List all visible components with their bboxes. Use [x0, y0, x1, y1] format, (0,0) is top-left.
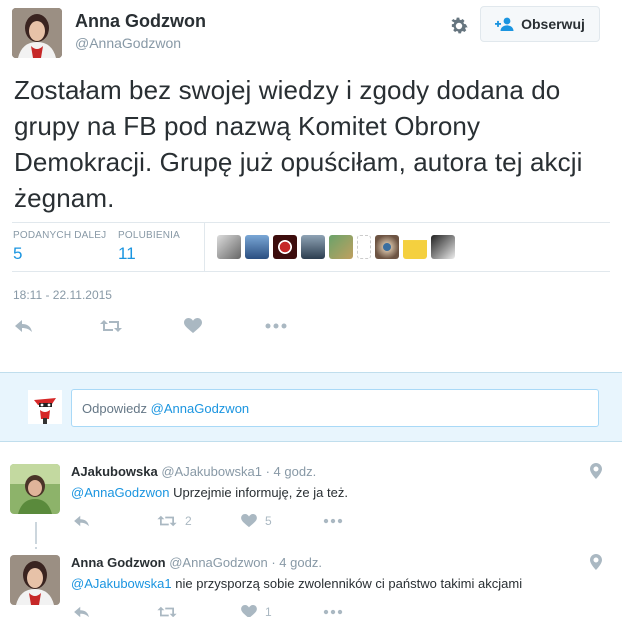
- tweet-header: Anna Godzwon @AnnaGodzwon Obserwuj: [12, 6, 610, 60]
- retweets-label: PODANYCH DALEJ: [13, 230, 107, 241]
- like-count: 5: [265, 514, 272, 528]
- more-icon[interactable]: [265, 318, 287, 334]
- more-icon[interactable]: [323, 605, 343, 617]
- thread-dot: [35, 547, 37, 549]
- reply-icon[interactable]: [73, 605, 91, 617]
- reply-time[interactable]: · 4 godz.: [266, 464, 317, 479]
- heart-icon: [241, 605, 257, 617]
- liker-avatar[interactable]: [431, 235, 455, 259]
- liker-avatar[interactable]: [403, 235, 427, 259]
- retweets-stat[interactable]: PODANYCH DALEJ 5: [13, 230, 106, 264]
- reply-mention[interactable]: @AnnaGodzwon: [71, 485, 169, 500]
- retweet-icon: [157, 515, 177, 527]
- reply-text: @AJakubowska1 nie przysporzą sobie zwole…: [71, 576, 522, 591]
- liker-avatar[interactable]: [217, 235, 241, 259]
- follow-button[interactable]: Obserwuj: [480, 6, 600, 42]
- stats-divider: [204, 223, 205, 271]
- like-action[interactable]: 1: [241, 605, 272, 617]
- reply-mention: @AnnaGodzwon: [150, 401, 250, 416]
- reply-icon[interactable]: [73, 514, 91, 528]
- thread-line: [35, 522, 37, 544]
- reply-author-handle: @AJakubowska1: [161, 464, 262, 479]
- user-avatar: [28, 390, 62, 424]
- tweet-timestamp[interactable]: 18:11 - 22.11.2015: [13, 288, 112, 302]
- author-avatar[interactable]: [12, 8, 62, 58]
- reply-avatar[interactable]: [10, 464, 60, 514]
- reply-time[interactable]: · 4 godz.: [271, 555, 322, 570]
- tweet-text: Zostałam bez swojej wiedzy i zgody dodan…: [14, 75, 583, 213]
- like-action[interactable]: 5: [241, 514, 272, 528]
- liker-avatar[interactable]: [301, 235, 325, 259]
- follow-label: Obserwuj: [521, 16, 585, 32]
- retweet-icon: [157, 606, 177, 617]
- location-pin-icon[interactable]: [590, 463, 602, 479]
- liker-avatar[interactable]: [329, 235, 353, 259]
- likes-stat[interactable]: POLUBIENIA 11: [118, 230, 180, 264]
- retweet-action[interactable]: [157, 605, 185, 617]
- liker-avatar[interactable]: [357, 235, 371, 259]
- like-count: 1: [265, 605, 272, 617]
- reply-compose-area: Odpowiedz @AnnaGodzwon: [0, 372, 622, 442]
- location-pin-icon[interactable]: [590, 554, 602, 570]
- retweet-action[interactable]: 2: [157, 514, 192, 528]
- heart-icon: [241, 514, 257, 528]
- gear-icon[interactable]: [448, 15, 470, 37]
- reply-icon[interactable]: [14, 318, 34, 334]
- likes-label: POLUBIENIA: [118, 230, 181, 241]
- author-handle[interactable]: @AnnaGodzwon: [75, 35, 181, 51]
- reply-author[interactable]: AJakubowska @AJakubowska1 · 4 godz.: [71, 464, 316, 479]
- reply-text: @AnnaGodzwon Uprzejmie informuję, że ja …: [71, 485, 348, 500]
- reply-body: nie przysporzą sobie zwolenników ci pańs…: [175, 576, 523, 591]
- retweet-icon[interactable]: [100, 318, 122, 334]
- reply-author-name: Anna Godzwon: [71, 555, 166, 570]
- retweets-count: 5: [13, 244, 23, 263]
- more-icon[interactable]: [323, 514, 343, 528]
- reply-author-handle: @AnnaGodzwon: [169, 555, 268, 570]
- liker-avatar[interactable]: [245, 235, 269, 259]
- liker-avatars: [217, 235, 455, 259]
- reply-mention[interactable]: @AJakubowska1: [71, 576, 172, 591]
- person-add-icon: [495, 17, 514, 31]
- reply-author[interactable]: Anna Godzwon @AnnaGodzwon · 4 godz.: [71, 555, 322, 570]
- likes-count: 11: [118, 244, 136, 263]
- heart-icon[interactable]: [184, 318, 202, 334]
- reply-prefix: Odpowiedz: [82, 401, 148, 416]
- reply-avatar[interactable]: [10, 555, 60, 605]
- liker-avatar[interactable]: [375, 235, 399, 259]
- liker-avatar[interactable]: [273, 235, 297, 259]
- retweet-count: 2: [185, 514, 192, 528]
- reply-author-name: AJakubowska: [71, 464, 158, 479]
- author-name[interactable]: Anna Godzwon: [75, 11, 206, 32]
- reply-input[interactable]: Odpowiedz @AnnaGodzwon: [71, 389, 599, 427]
- tweet-stats: PODANYCH DALEJ 5 POLUBIENIA 11: [12, 222, 610, 272]
- reply-body: Uprzejmie informuję, że ja też.: [173, 485, 348, 500]
